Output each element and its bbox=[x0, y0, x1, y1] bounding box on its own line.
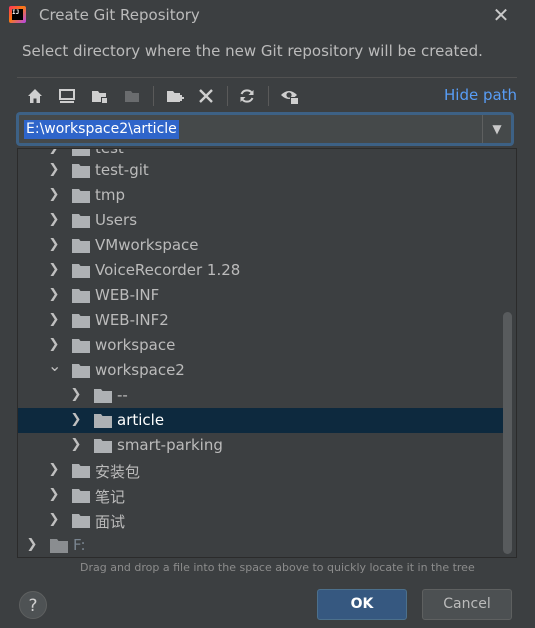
tree-row[interactable]: ❯ article bbox=[18, 408, 503, 433]
path-combobox[interactable]: E:\workspace2\article ▼ bbox=[18, 114, 512, 144]
chevron-right-icon[interactable]: ❯ bbox=[48, 337, 60, 353]
tree-row[interactable]: ❯ -- bbox=[18, 383, 503, 408]
chevron-right-icon[interactable]: ❯ bbox=[48, 287, 60, 303]
tree-item-label: VoiceRecorder 1.28 bbox=[95, 261, 241, 279]
folder-icon bbox=[72, 314, 90, 328]
tree-item-label: Users bbox=[95, 211, 138, 229]
folder-icon bbox=[94, 414, 112, 428]
tree-row[interactable]: ❯ WEB-INF bbox=[18, 283, 503, 308]
chevron-right-icon[interactable]: ❯ bbox=[48, 162, 60, 178]
chevron-right-icon[interactable]: ❯ bbox=[48, 512, 60, 528]
tree-item-label: smart-parking bbox=[117, 436, 223, 454]
toolbar-separator bbox=[153, 86, 154, 106]
hide-path-link[interactable]: Hide path bbox=[444, 86, 517, 104]
module-folder-icon[interactable] bbox=[123, 86, 143, 106]
drive-icon bbox=[50, 539, 68, 553]
folder-icon bbox=[72, 464, 90, 478]
dialog-description: Select directory where the new Git repos… bbox=[22, 42, 483, 60]
tree-row[interactable]: ❯ VoiceRecorder 1.28 bbox=[18, 258, 503, 283]
chevron-right-icon[interactable]: ❯ bbox=[70, 437, 82, 453]
tree-row[interactable]: ⌄ workspace2 bbox=[18, 358, 503, 383]
tree-scrollbar[interactable] bbox=[503, 312, 512, 554]
tree-item-label: F: bbox=[73, 536, 86, 554]
chevron-right-icon[interactable]: ❯ bbox=[48, 187, 60, 203]
file-chooser-toolbar bbox=[17, 77, 517, 112]
chevron-right-icon[interactable]: ❯ bbox=[48, 462, 60, 478]
tree-row[interactable]: ❯ 面试 bbox=[18, 508, 503, 533]
folder-icon bbox=[72, 339, 90, 353]
tree-row[interactable]: ❯ smart-parking bbox=[18, 433, 503, 458]
chevron-right-icon[interactable]: ❯ bbox=[48, 487, 60, 503]
tree-row[interactable]: ❯ Users bbox=[18, 208, 503, 233]
chevron-right-icon[interactable]: ❯ bbox=[48, 237, 60, 253]
folder-icon bbox=[94, 389, 112, 403]
ok-button[interactable]: OK bbox=[317, 589, 407, 620]
path-input[interactable]: E:\workspace2\article bbox=[24, 120, 179, 139]
folder-icon bbox=[72, 189, 90, 203]
folder-icon bbox=[72, 264, 90, 278]
tree-row[interactable]: ❯ WEB-INF2 bbox=[18, 308, 503, 333]
chevron-right-icon[interactable]: ❯ bbox=[70, 387, 82, 403]
intellij-app-icon: IJ bbox=[9, 6, 26, 23]
chevron-right-icon[interactable]: ❯ bbox=[48, 149, 60, 156]
tree-item-label: 面试 bbox=[95, 513, 126, 531]
window-title: Create Git Repository bbox=[39, 6, 200, 24]
folder-icon bbox=[72, 364, 90, 378]
delete-icon[interactable] bbox=[196, 86, 216, 106]
toolbar-separator bbox=[268, 86, 269, 106]
tree-row[interactable]: ❯ F: bbox=[18, 533, 503, 557]
tree-item-label: workspace bbox=[95, 336, 176, 354]
tree-item-label: 笔记 bbox=[95, 488, 126, 506]
chevron-right-icon[interactable]: ❯ bbox=[48, 212, 60, 228]
folder-icon bbox=[72, 514, 90, 528]
home-icon[interactable] bbox=[25, 86, 45, 106]
tree-item-label: WEB-INF2 bbox=[95, 311, 169, 329]
chevron-right-icon[interactable]: ❯ bbox=[70, 412, 82, 428]
folder-icon bbox=[72, 289, 90, 303]
folder-icon bbox=[72, 164, 90, 178]
refresh-icon[interactable] bbox=[237, 86, 257, 106]
folder-icon bbox=[94, 439, 112, 453]
new-folder-icon[interactable] bbox=[165, 86, 185, 106]
title-bar: IJ Create Git Repository ✕ bbox=[0, 0, 535, 30]
app-icon-text: IJ bbox=[12, 9, 23, 20]
tree-item-label: test bbox=[95, 148, 124, 157]
chevron-down-icon[interactable]: ▼ bbox=[482, 115, 511, 143]
tree-row[interactable]: ❯ test-git bbox=[18, 158, 503, 183]
tree-item-label: 安装包 bbox=[95, 463, 141, 481]
directory-tree[interactable]: ❯ test ❯ test-git ❯ tmp ❯ Users ❯ VMworkspace ❯ V… bbox=[17, 148, 517, 558]
tree-row[interactable]: ❯ tmp bbox=[18, 183, 503, 208]
chevron-right-icon[interactable]: ❯ bbox=[26, 537, 38, 553]
project-folder-icon[interactable] bbox=[90, 86, 110, 106]
folder-icon bbox=[72, 489, 90, 503]
toolbar-separator bbox=[227, 86, 228, 106]
folder-icon bbox=[72, 239, 90, 253]
tree-row[interactable]: ❯ workspace bbox=[18, 333, 503, 358]
tree-item-label: article bbox=[117, 411, 165, 429]
tree-item-label: VMworkspace bbox=[95, 236, 199, 254]
tree-item-label: WEB-INF bbox=[95, 286, 160, 304]
tree-item-label: tmp bbox=[95, 186, 126, 204]
folder-icon bbox=[72, 214, 90, 228]
folder-icon bbox=[72, 149, 90, 156]
tree-row[interactable]: ❯ 笔记 bbox=[18, 483, 503, 508]
close-icon[interactable]: ✕ bbox=[490, 4, 512, 26]
tree-row[interactable]: ❯ VMworkspace bbox=[18, 233, 503, 258]
help-button[interactable]: ? bbox=[19, 591, 47, 619]
chevron-down-icon[interactable]: ⌄ bbox=[48, 358, 61, 374]
tree-row[interactable]: ❯ 安装包 bbox=[18, 458, 503, 483]
tree-item-label: test-git bbox=[95, 161, 149, 179]
drag-drop-hint: Drag and drop a file into the space abov… bbox=[80, 561, 475, 574]
tree-item-label: workspace2 bbox=[95, 361, 185, 379]
cancel-button[interactable]: Cancel bbox=[422, 589, 512, 620]
chevron-right-icon[interactable]: ❯ bbox=[48, 262, 60, 278]
chevron-right-icon[interactable]: ❯ bbox=[48, 312, 60, 328]
tree-item-label: -- bbox=[117, 386, 128, 404]
desktop-icon[interactable] bbox=[57, 86, 77, 106]
show-hidden-icon[interactable] bbox=[280, 86, 300, 106]
